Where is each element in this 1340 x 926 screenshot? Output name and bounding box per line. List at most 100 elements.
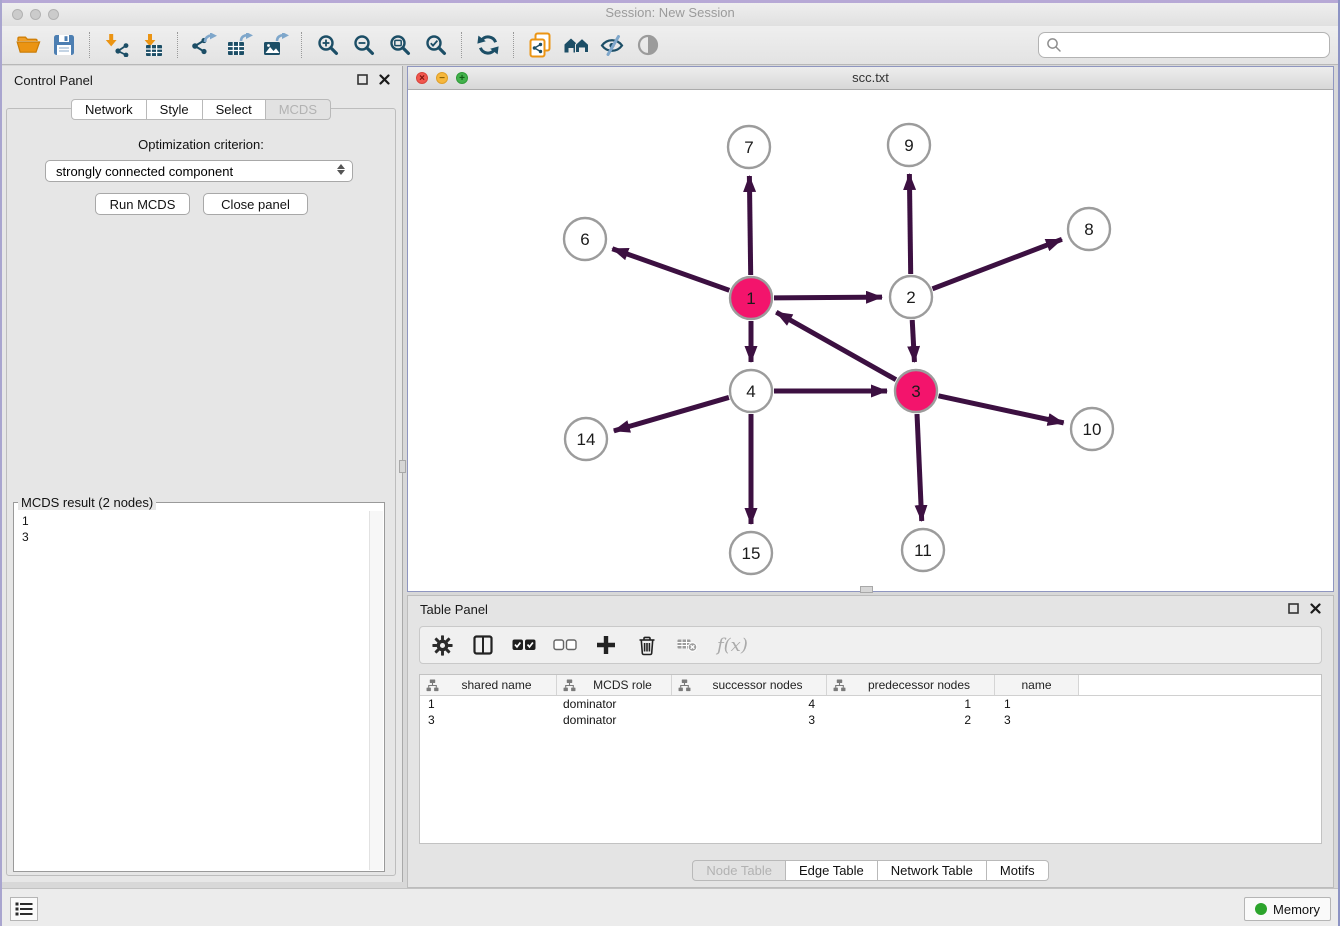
network-canvas[interactable]: 7 9 6 8 1 2 4 3 14 10 15 11	[408, 89, 1333, 591]
vertical-splitter-handle[interactable]	[399, 460, 406, 473]
zoom-selected-button[interactable]	[418, 30, 454, 60]
column-header-shared-name[interactable]: shared name	[420, 675, 557, 695]
column-header-MCDS-role[interactable]: MCDS role	[557, 675, 672, 695]
node-2[interactable]: 2	[890, 276, 932, 318]
node-3[interactable]: 3	[895, 370, 937, 412]
edge-3-11[interactable]	[917, 414, 922, 521]
node-11[interactable]: 11	[902, 529, 944, 571]
graphics-details-button[interactable]	[630, 30, 666, 60]
deselect-all-button[interactable]	[553, 633, 577, 657]
table-settings-button[interactable]	[430, 633, 454, 657]
table-cell[interactable]: dominator	[557, 713, 672, 727]
horizontal-splitter-handle[interactable]	[860, 586, 873, 593]
table-cell[interactable]: dominator	[557, 697, 672, 711]
delete-table-button[interactable]	[676, 633, 700, 657]
column-header-successor-nodes[interactable]: successor nodes	[672, 675, 827, 695]
zoom-in-icon	[317, 34, 339, 56]
clone-network-button[interactable]	[522, 30, 558, 60]
close-panel-icon[interactable]	[379, 74, 390, 85]
zoom-in-button[interactable]	[310, 30, 346, 60]
node-7[interactable]: 7	[728, 126, 770, 168]
tab-select[interactable]: Select	[203, 99, 266, 120]
network-minimize-button[interactable]: −	[436, 72, 448, 84]
zoom-fit-button[interactable]	[382, 30, 418, 60]
table-cell[interactable]: 3	[995, 713, 1079, 727]
search-input[interactable]	[1062, 37, 1322, 54]
network-maximize-button[interactable]: +	[456, 72, 468, 84]
node-15[interactable]: 15	[730, 532, 772, 574]
node-6[interactable]: 6	[564, 218, 606, 260]
delete-row-button[interactable]	[635, 633, 659, 657]
table-toolbar: f(x)	[419, 626, 1322, 664]
mcds-result-list[interactable]: 1 3	[16, 510, 368, 869]
search-field[interactable]	[1038, 32, 1330, 58]
refresh-button[interactable]	[470, 30, 506, 60]
network-window-titlebar: × − + scc.txt	[408, 67, 1333, 90]
edge-1-7[interactable]	[749, 176, 750, 275]
network-graph[interactable]: 7 9 6 8 1 2 4 3 14 10 15 11	[408, 89, 1333, 591]
import-table-button[interactable]	[134, 30, 170, 60]
tab-network[interactable]: Network	[71, 99, 147, 120]
column-header-predecessor-nodes[interactable]: predecessor nodes	[827, 675, 995, 695]
criterion-select[interactable]: strongly connected component	[45, 160, 353, 182]
import-network-button[interactable]	[98, 30, 134, 60]
edge-2-3[interactable]	[912, 320, 914, 362]
close-panel-button[interactable]: Close panel	[203, 193, 308, 215]
table-cell[interactable]: 3	[672, 713, 827, 727]
node-8[interactable]: 8	[1068, 208, 1110, 250]
table-cell[interactable]: 2	[827, 713, 995, 727]
tab-mcds[interactable]: MCDS	[266, 99, 331, 120]
table-row[interactable]: 1dominator411	[420, 696, 1321, 712]
hide-selected-button[interactable]	[594, 30, 630, 60]
add-row-button[interactable]	[594, 633, 618, 657]
zoom-out-button[interactable]	[346, 30, 382, 60]
table-cell[interactable]: 1	[995, 697, 1079, 711]
edge-3-1[interactable]	[776, 312, 896, 379]
gear-icon	[432, 635, 453, 656]
node-label: 8	[1084, 220, 1093, 239]
memory-button[interactable]: Memory	[1244, 897, 1331, 921]
close-table-panel-icon[interactable]	[1310, 603, 1321, 614]
node-10[interactable]: 10	[1071, 408, 1113, 450]
network-close-button[interactable]: ×	[416, 72, 428, 84]
table-cell[interactable]: 4	[672, 697, 827, 711]
node-9[interactable]: 9	[888, 124, 930, 166]
edge-3-10[interactable]	[938, 396, 1063, 423]
column-header-name[interactable]: name	[995, 675, 1079, 695]
table-row[interactable]: 3dominator323	[420, 712, 1321, 728]
export-table-button[interactable]	[222, 30, 258, 60]
open-session-button[interactable]	[10, 30, 46, 60]
tab-style[interactable]: Style	[147, 99, 203, 120]
table-tab-edge-table[interactable]: Edge Table	[786, 860, 878, 881]
result-scrollbar[interactable]	[369, 511, 383, 870]
select-all-button[interactable]	[512, 633, 536, 657]
node-1[interactable]: 1	[730, 277, 772, 319]
float-table-panel-icon[interactable]	[1288, 603, 1299, 614]
export-image-button[interactable]	[258, 30, 294, 60]
table-tab-motifs[interactable]: Motifs	[987, 860, 1049, 881]
function-builder-button[interactable]: f(x)	[717, 633, 748, 657]
node-14[interactable]: 14	[565, 418, 607, 460]
run-mcds-button[interactable]: Run MCDS	[95, 193, 190, 215]
table-tab-network-table[interactable]: Network Table	[878, 860, 987, 881]
edge-2-8[interactable]	[932, 239, 1061, 288]
export-network-button[interactable]	[186, 30, 222, 60]
table-cell[interactable]: 1	[420, 697, 557, 711]
import-network-icon	[103, 33, 129, 57]
column-layout-button[interactable]	[471, 633, 495, 657]
save-session-button[interactable]	[46, 30, 82, 60]
table-cell[interactable]: 3	[420, 713, 557, 727]
edge-1-2[interactable]	[774, 297, 882, 298]
float-panel-icon[interactable]	[357, 74, 368, 85]
table-tab-node-table[interactable]: Node Table	[692, 860, 786, 881]
node-4[interactable]: 4	[730, 370, 772, 412]
task-history-button[interactable]	[10, 897, 38, 921]
edge-1-6[interactable]	[612, 249, 729, 291]
first-neighbors-button[interactable]	[558, 30, 594, 60]
edge-4-14[interactable]	[614, 397, 729, 430]
list-icon	[15, 902, 33, 916]
trash-icon	[637, 635, 657, 656]
edge-2-9[interactable]	[909, 174, 910, 274]
table-cell[interactable]: 1	[827, 697, 995, 711]
flow-icon	[563, 679, 576, 692]
